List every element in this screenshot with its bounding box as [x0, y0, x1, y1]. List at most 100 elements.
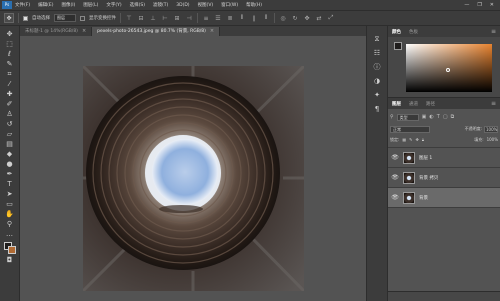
distribute-left-icon[interactable]: ⦀ — [238, 14, 246, 22]
tab-channels[interactable]: 通道 — [409, 101, 418, 107]
lock-paint-icon[interactable]: ✎ — [409, 137, 412, 142]
show-transform-checkbox[interactable] — [80, 15, 85, 21]
tab-paths[interactable]: 路径 — [426, 101, 435, 107]
color-picker-marker[interactable] — [446, 68, 450, 72]
eye-icon[interactable]: 👁︎ — [391, 194, 399, 202]
auto-select-dropdown[interactable]: 图层 — [54, 14, 76, 22]
filter-pixel-icon[interactable]: ▣ — [422, 114, 427, 120]
background-color-swatch[interactable] — [7, 246, 16, 254]
align-bottom-icon[interactable]: ⊥ — [149, 14, 157, 22]
close-icon[interactable]: × — [210, 27, 214, 36]
close-button[interactable]: ✕ — [490, 2, 494, 8]
filter-shape-icon[interactable]: ▢ — [443, 114, 448, 120]
align-hcenter-icon[interactable]: ⊞ — [173, 14, 181, 22]
fill-input[interactable]: 100% — [487, 137, 498, 142]
blend-mode-dropdown[interactable]: 正常 — [390, 125, 430, 133]
healing-brush-tool-icon[interactable]: ✚ — [4, 89, 16, 99]
gradient-tool-icon[interactable]: ▤ — [4, 139, 16, 149]
layer-row-background[interactable]: 👁︎ 背景 — [388, 188, 500, 208]
lock-move-icon[interactable]: ✥ — [416, 137, 419, 142]
3d-scale-icon[interactable]: ⤢ — [327, 14, 335, 22]
menu-select[interactable]: 选择(S) — [130, 2, 145, 8]
menu-image[interactable]: 图像(I) — [61, 2, 75, 8]
filter-type-icon[interactable]: T — [437, 114, 440, 120]
tab-swatches[interactable]: 色板 — [409, 29, 418, 35]
align-right-icon[interactable]: ⊣ — [185, 14, 193, 22]
paragraph-panel-icon[interactable]: ¶ — [372, 104, 382, 114]
menu-type[interactable]: 文字(Y) — [106, 2, 121, 8]
history-brush-tool-icon[interactable]: ↺ — [4, 119, 16, 129]
menu-3d[interactable]: 3D(D) — [176, 3, 189, 8]
color-swatches[interactable] — [3, 241, 17, 255]
tab-layers[interactable]: 图层 — [392, 101, 401, 107]
eye-icon[interactable]: 👁︎ — [391, 174, 399, 182]
menu-help[interactable]: 帮助(H) — [246, 2, 262, 8]
crop-tool-icon[interactable]: ⌗ — [4, 69, 16, 79]
menu-view[interactable]: 视图(V) — [198, 2, 214, 8]
layer-filter-dropdown[interactable]: 类型 — [396, 113, 419, 121]
filter-smart-icon[interactable]: ⧉ — [451, 114, 455, 120]
filter-adjustment-icon[interactable]: ◐ — [429, 114, 433, 120]
dodge-tool-icon[interactable]: ● — [4, 159, 16, 169]
menu-filter[interactable]: 滤镜(T) — [153, 2, 168, 8]
menu-window[interactable]: 窗口(W) — [221, 2, 238, 8]
menu-edit[interactable]: 编辑(E) — [38, 2, 53, 8]
distribute-top-icon[interactable]: ≡ — [202, 14, 210, 22]
restore-button[interactable]: ❐ — [477, 2, 481, 8]
3d-pan-icon[interactable]: ✥ — [303, 14, 311, 22]
tab-untitled[interactable]: 未标题-1 @ 14%(RGB/8) × — [20, 27, 93, 36]
3d-mode-icon[interactable]: ◎ — [279, 14, 287, 22]
layer-row-layer1[interactable]: 👁︎ 图层 1 — [388, 148, 500, 168]
clone-stamp-tool-icon[interactable]: ♙ — [4, 109, 16, 119]
color-spectrum[interactable] — [406, 44, 492, 92]
pen-tool-icon[interactable]: ✒ — [4, 169, 16, 179]
canvas-area[interactable] — [20, 36, 366, 301]
distribute-right-icon[interactable]: ⫴ — [262, 14, 270, 22]
distribute-bottom-icon[interactable]: ≣ — [226, 14, 234, 22]
path-select-tool-icon[interactable]: ➤ — [4, 189, 16, 199]
opacity-input[interactable]: 100% — [484, 125, 498, 133]
blur-tool-icon[interactable]: ◆ — [4, 149, 16, 159]
close-icon[interactable]: × — [82, 27, 86, 36]
move-tool-preset-icon[interactable]: ✥ — [4, 13, 14, 23]
lock-pixels-icon[interactable]: ▦ — [402, 137, 406, 142]
3d-slide-icon[interactable]: ⇄ — [315, 14, 323, 22]
zoom-tool-icon[interactable]: ⚲ — [4, 219, 16, 229]
eraser-tool-icon[interactable]: ▱ — [4, 129, 16, 139]
document-canvas[interactable] — [83, 66, 304, 291]
3d-rotate-icon[interactable]: ↻ — [291, 14, 299, 22]
eye-icon[interactable]: 👁︎ — [391, 154, 399, 162]
quick-select-tool-icon[interactable]: ✎ — [4, 59, 16, 69]
properties-panel-icon[interactable]: ☷ — [372, 48, 382, 58]
align-top-icon[interactable]: ⊤ — [125, 14, 133, 22]
more-tools-icon[interactable]: … — [4, 229, 16, 239]
move-tool-icon[interactable]: ✥ — [4, 29, 16, 39]
shape-tool-icon[interactable]: ▭ — [4, 199, 16, 209]
adjustments-panel-icon[interactable]: ◑ — [372, 76, 382, 86]
marquee-tool-icon[interactable]: ⬚ — [4, 39, 16, 49]
distribute-hcenter-icon[interactable]: ∥ — [250, 14, 258, 22]
lock-all-icon[interactable]: 🔒︎ — [422, 137, 424, 142]
quick-mask-icon[interactable]: ◘ — [4, 255, 16, 265]
align-vcenter-icon[interactable]: ⊟ — [137, 14, 145, 22]
eyedropper-tool-icon[interactable]: ⁄ — [4, 79, 16, 89]
hand-tool-icon[interactable]: ✋ — [4, 209, 16, 219]
distribute-vcenter-icon[interactable]: ☰ — [214, 14, 222, 22]
menu-layer[interactable]: 图层(L) — [83, 2, 98, 8]
auto-select-checkbox[interactable] — [23, 15, 28, 21]
tab-color[interactable]: 颜色 — [392, 29, 401, 35]
layer-row-background-copy[interactable]: 👁︎ 背景 拷贝 — [388, 168, 500, 188]
tab-pexels-photo[interactable]: pexels-photo-26543.jpeg @ 80.7% (背景, RGB… — [92, 27, 221, 36]
type-tool-icon[interactable]: T — [4, 179, 16, 189]
minimize-button[interactable]: — — [464, 2, 469, 8]
foreground-color-swatch[interactable] — [394, 42, 402, 50]
lasso-tool-icon[interactable]: ℓ — [4, 49, 16, 59]
panel-menu-icon[interactable]: ≡ — [491, 28, 496, 35]
menu-file[interactable]: 文件(F) — [15, 2, 30, 8]
align-left-icon[interactable]: ⊢ — [161, 14, 169, 22]
history-panel-icon[interactable]: ⧖ — [372, 34, 382, 44]
styles-panel-icon[interactable]: ✦ — [372, 90, 382, 100]
info-panel-icon[interactable]: ⓘ — [372, 62, 382, 72]
brush-tool-icon[interactable]: ✐ — [4, 99, 16, 109]
panel-menu-icon[interactable]: ≡ — [491, 100, 496, 107]
